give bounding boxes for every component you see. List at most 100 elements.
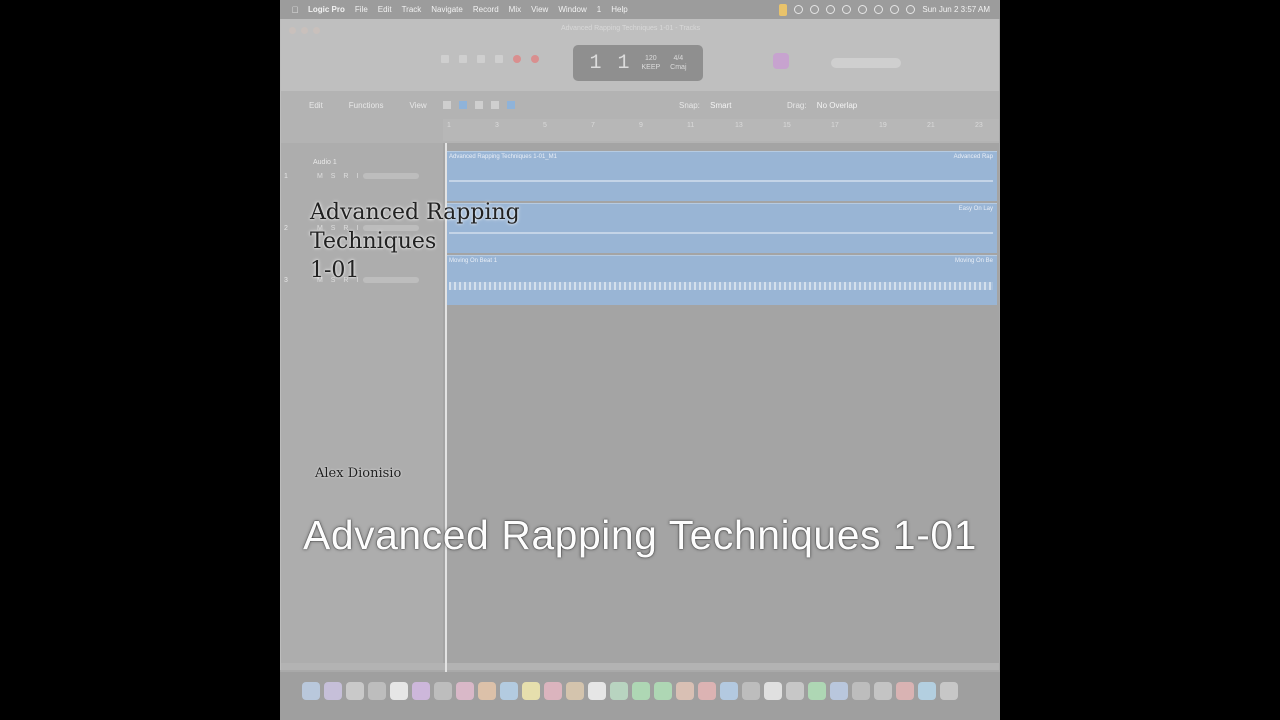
finder-icon[interactable] [302, 682, 320, 700]
menu-track[interactable]: Track [402, 5, 422, 14]
lcd-signature: 4/4 Cmaj [670, 54, 686, 72]
minimize-button[interactable] [301, 27, 308, 34]
count-in-badge-icon[interactable] [773, 53, 789, 69]
view-menu-button[interactable]: View [409, 101, 426, 110]
lcd-display[interactable]: 1 1 120 KEEP 4/4 Cmaj [573, 45, 703, 81]
headphones-icon[interactable] [826, 5, 836, 14]
track-volume-fader[interactable] [363, 173, 419, 179]
app-store-icon[interactable] [720, 682, 738, 700]
status-area: Sun Jun 2 3:57 AM [779, 0, 990, 19]
drag-value[interactable]: No Overlap [817, 101, 857, 110]
region-name-right: Advanced Rap [953, 154, 993, 160]
lcd-position: 1 1 [589, 51, 632, 75]
zoom-button[interactable] [313, 27, 320, 34]
functions-menu-button[interactable]: Functions [349, 101, 384, 110]
logic-pro-window: Advanced Rapping Techniques 1-01 - Track… [280, 19, 999, 673]
master-volume-slider[interactable] [831, 58, 901, 68]
fast-forward-icon[interactable] [459, 55, 467, 63]
system-settings-icon[interactable] [786, 682, 804, 700]
overlay-author: Alex Dionisio [315, 466, 402, 481]
play-icon[interactable] [495, 55, 503, 63]
app-icon[interactable] [368, 682, 386, 700]
menu-bar:  Logic Pro File Edit Track Navigate Rec… [280, 0, 1000, 19]
drag-label: Drag: [787, 100, 807, 110]
audio-region[interactable]: Advanced Rapping Techniques 1-01_M1 Adva… [445, 151, 997, 201]
music-icon[interactable] [544, 682, 562, 700]
overlay-title-line: Advanced Rapping [310, 200, 520, 225]
status-icon[interactable] [810, 5, 820, 14]
drag-control[interactable]: Drag: No Overlap [787, 101, 857, 110]
menu-file[interactable]: File [355, 5, 368, 14]
app-icon[interactable] [566, 682, 584, 700]
wifi-icon[interactable] [874, 5, 884, 14]
window-controls [289, 27, 320, 34]
menu-1[interactable]: 1 [597, 5, 601, 14]
rewind-icon[interactable] [441, 55, 449, 63]
safari-icon[interactable] [500, 682, 518, 700]
search-icon[interactable] [890, 5, 900, 14]
app-icon[interactable] [346, 682, 364, 700]
spotify-icon[interactable] [808, 682, 826, 700]
app-icon[interactable] [830, 682, 848, 700]
ruler-tick: 19 [879, 122, 887, 129]
list-icon[interactable] [442, 101, 451, 109]
ruler-tick: 13 [735, 122, 743, 129]
menu-record[interactable]: Record [473, 5, 499, 14]
trash-icon[interactable] [940, 682, 958, 700]
photos-icon[interactable] [676, 682, 694, 700]
close-button[interactable] [289, 27, 296, 34]
news-icon[interactable] [390, 682, 408, 700]
menu-edit[interactable]: Edit [378, 5, 392, 14]
podcasts-icon[interactable] [412, 682, 430, 700]
control-center-icon[interactable] [906, 5, 916, 14]
facetime-icon[interactable] [654, 682, 672, 700]
logic-pro-icon[interactable] [874, 682, 892, 700]
catch-icon[interactable] [506, 101, 515, 109]
reminders-icon[interactable] [588, 682, 606, 700]
apple-icon[interactable]:  [290, 5, 300, 15]
toolbar-tool-icons [442, 101, 515, 109]
bluetooth-icon[interactable] [842, 5, 852, 14]
notes-icon[interactable] [522, 682, 540, 700]
messages-icon[interactable] [632, 682, 650, 700]
edit-menu-button[interactable]: Edit [309, 101, 323, 110]
launchpad-icon[interactable] [324, 682, 342, 700]
dock [280, 672, 1000, 720]
menu-navigate[interactable]: Navigate [431, 5, 463, 14]
pencil-icon[interactable] [474, 101, 483, 109]
downloads-folder-icon[interactable] [918, 682, 936, 700]
adobe-icon[interactable] [896, 682, 914, 700]
track-number: 1 [284, 173, 288, 180]
flex-icon[interactable] [490, 101, 499, 109]
snap-value[interactable]: Smart [710, 101, 731, 110]
menu-mix[interactable]: Mix [509, 5, 521, 14]
calendar-icon[interactable] [478, 682, 496, 700]
snap-control[interactable]: Snap: Smart [679, 101, 731, 110]
battery-icon[interactable] [858, 5, 868, 14]
dock-icons [302, 682, 958, 700]
cycle-icon[interactable] [531, 55, 539, 63]
menu-help[interactable]: Help [611, 5, 627, 14]
menu-view[interactable]: View [531, 5, 548, 14]
menu-clock[interactable]: Sun Jun 2 3:57 AM [922, 5, 990, 14]
screen-recording:  Logic Pro File Edit Track Navigate Rec… [280, 0, 1000, 720]
track-msri-buttons[interactable]: M S R I [317, 173, 361, 180]
status-icon[interactable] [794, 5, 804, 14]
app-icon[interactable] [852, 682, 870, 700]
grid-icon[interactable] [458, 101, 467, 109]
menu-window[interactable]: Window [558, 5, 586, 14]
window-title: Advanced Rapping Techniques 1-01 - Track… [561, 25, 701, 32]
record-icon[interactable] [513, 55, 521, 63]
maps-icon[interactable] [610, 682, 628, 700]
track-name[interactable]: Audio 1 [313, 159, 337, 166]
stop-icon[interactable] [477, 55, 485, 63]
ruler-tick: 23 [975, 122, 983, 129]
tv-icon[interactable] [434, 682, 452, 700]
app-icon[interactable] [698, 682, 716, 700]
microphone-indicator-icon[interactable] [779, 3, 788, 16]
help-icon[interactable] [742, 682, 760, 700]
app-icon[interactable] [764, 682, 782, 700]
app-icon[interactable] [456, 682, 474, 700]
menu-app-name[interactable]: Logic Pro [308, 5, 345, 14]
bar-ruler[interactable]: 1 3 5 7 9 11 13 15 17 19 21 23 [443, 119, 999, 141]
